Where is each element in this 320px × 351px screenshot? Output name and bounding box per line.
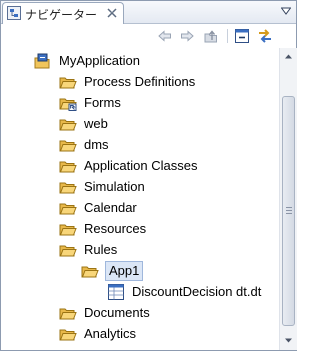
toolbar-separator — [227, 29, 228, 43]
navigator-tab[interactable]: ナビゲーター — [2, 2, 124, 24]
navigator-view: ナビゲーター MyApplication Process Definitions… — [0, 0, 297, 351]
grip-line — [286, 213, 292, 214]
view-tab-bar: ナビゲーター — [1, 1, 296, 24]
grip-line — [286, 210, 292, 211]
collapse-all-icon[interactable] — [234, 28, 250, 44]
tree-item-label: DiscountDecision dt.dt — [132, 284, 262, 299]
scroll-up-icon[interactable] — [282, 50, 295, 63]
project-icon — [34, 53, 50, 69]
tree-item-label: Application Classes — [84, 158, 198, 173]
open-folder-icon — [81, 266, 99, 278]
vertical-scrollbar[interactable] — [279, 48, 297, 350]
tree-item-label: Forms — [84, 95, 121, 110]
view-title: ナビゲーター — [25, 8, 98, 22]
folder-icon — [59, 308, 77, 320]
tree-item-label: Documents — [84, 305, 150, 320]
grip-line — [286, 207, 292, 208]
tree-item-label: dms — [84, 137, 109, 152]
folder-icon — [59, 329, 77, 341]
folder-icon — [59, 77, 77, 89]
folder-icon — [59, 119, 77, 131]
up-icon[interactable] — [203, 28, 219, 44]
folder-icon — [59, 224, 77, 236]
tree-item-label: Process Definitions — [84, 74, 196, 89]
tree-item-label: Rules — [84, 242, 118, 257]
scrollbar-thumb[interactable] — [282, 96, 295, 326]
scroll-down-icon[interactable] — [282, 334, 295, 347]
folder-icon — [59, 140, 77, 152]
navigator-icon — [7, 6, 21, 20]
forms-folder-icon — [59, 98, 77, 111]
link-with-editor-icon[interactable] — [257, 28, 273, 44]
view-menu-icon[interactable] — [281, 7, 291, 15]
folder-icon — [59, 161, 77, 173]
tree-item-label: MyApplication — [59, 53, 140, 68]
tree-item-label: Analytics — [84, 326, 137, 341]
folder-icon — [59, 182, 77, 194]
forward-arrow-icon[interactable] — [179, 28, 195, 44]
folder-icon — [59, 245, 77, 257]
tree-item-label: web — [84, 116, 108, 131]
tree-item-label: Resources — [84, 221, 147, 236]
tree-item-label: Simulation — [84, 179, 145, 194]
navigator-toolbar — [1, 24, 296, 48]
navigator-tree: MyApplication Process Definitions Forms — [1, 48, 279, 350]
tree-item-label: App1 — [105, 261, 144, 281]
decision-table-icon — [108, 284, 124, 300]
back-arrow-icon[interactable] — [157, 28, 173, 44]
close-icon[interactable] — [106, 7, 118, 19]
tree-item-label: Calendar — [84, 200, 137, 215]
folder-icon — [59, 203, 77, 215]
